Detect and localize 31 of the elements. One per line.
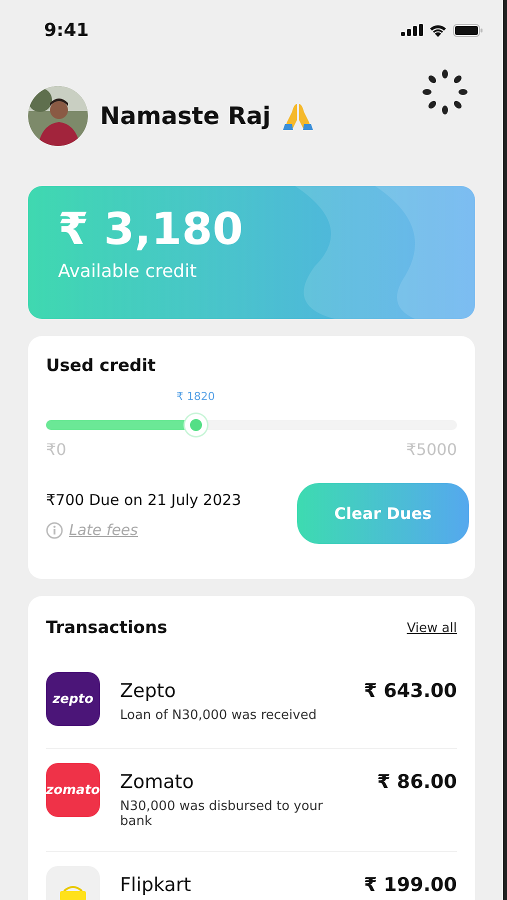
- clear-dues-button[interactable]: Clear Dues: [297, 483, 469, 544]
- slider-min-label: ₹0: [46, 440, 66, 459]
- transaction-amount: ₹ 86.00: [377, 771, 457, 793]
- slider-max-label: ₹5000: [406, 440, 457, 459]
- slider-value: ₹ 1820: [176, 390, 215, 403]
- folded-hands-icon: [282, 102, 313, 130]
- balance-label: Available credit: [58, 261, 198, 282]
- wifi-icon: [429, 24, 447, 36]
- transaction-amount: ₹ 199.00: [364, 874, 457, 896]
- transaction-description: Loan of N30,000 was received: [120, 708, 318, 723]
- merchant-logo: zepto: [46, 672, 100, 726]
- transaction-amount: ₹ 643.00: [364, 680, 457, 702]
- info-icon: [46, 522, 63, 538]
- merchant-logo: zomato: [46, 763, 100, 817]
- merchant-name: Zomato: [120, 771, 195, 793]
- greeting-text: Namaste Raj: [100, 102, 271, 130]
- status-time: 9:41: [44, 20, 89, 40]
- merchant-name: Zepto: [120, 680, 177, 702]
- slider-thumb[interactable]: [184, 414, 207, 436]
- balance-amount: ₹ 3,180: [58, 204, 244, 255]
- battery-icon: [453, 24, 483, 36]
- late-fees-link[interactable]: Late fees: [69, 521, 138, 539]
- loading-spinner-icon: [421, 68, 469, 116]
- shopping-bag-icon: [58, 885, 88, 900]
- due-text: ₹700 Due on 21 July 2023: [46, 491, 242, 509]
- signal-icon: [401, 24, 423, 36]
- section-title: Used credit: [46, 356, 156, 376]
- merchant-name: Flipkart: [120, 874, 192, 896]
- view-all-link[interactable]: View all: [406, 620, 457, 636]
- transaction-description: N30,000 was disbursed to your bank: [120, 799, 324, 829]
- section-title: Transactions: [46, 618, 168, 638]
